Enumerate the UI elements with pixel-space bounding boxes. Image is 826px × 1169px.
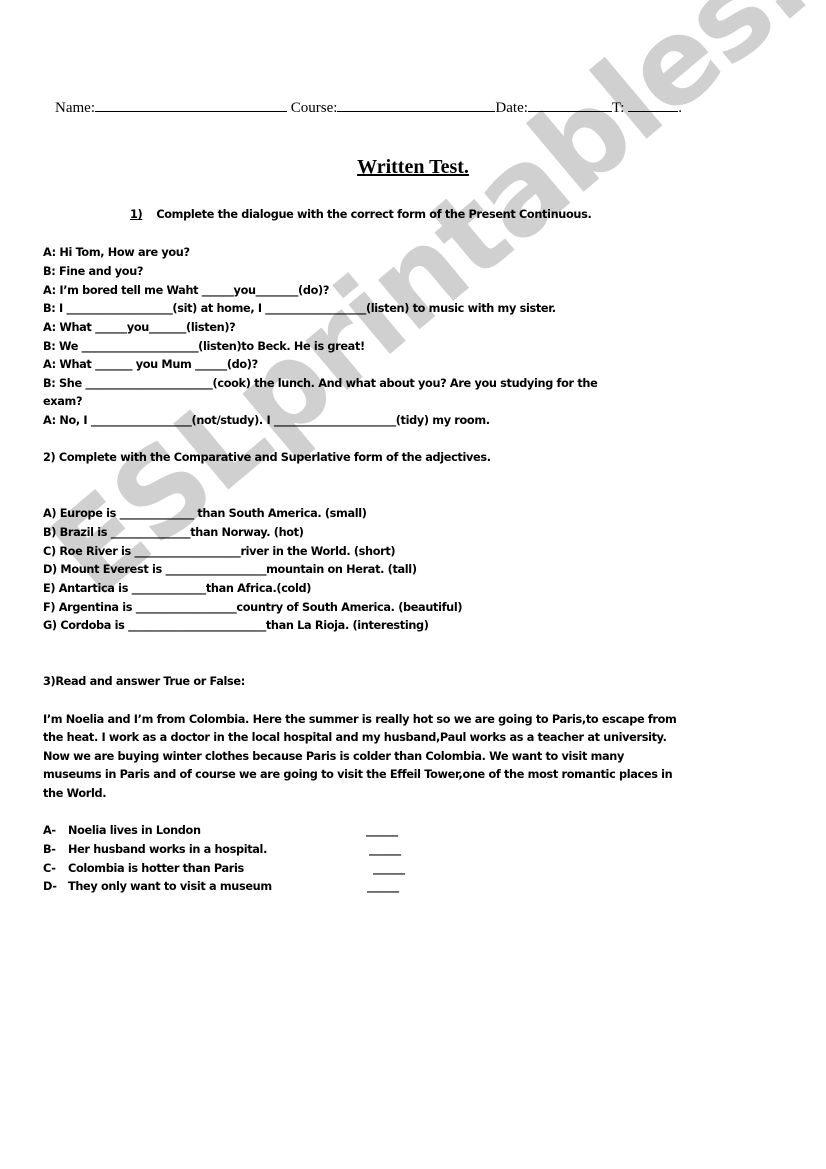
exercise-item: G) Cordoba is __________________________… [43,619,429,632]
course-field[interactable] [337,99,496,112]
answer-blank[interactable]: ______ [366,824,398,837]
reading-paragraph-line: the World. [43,787,107,800]
dialogue-line: A: No, I ___________________(not/study).… [43,414,490,427]
exercise-item: B) Brazil is _______________than Norway.… [43,526,304,539]
true-false-statement: C- Colombia is hotter than Paris [43,862,244,875]
page-title: Written Test. [357,156,469,178]
answer-blank[interactable]: ______ [369,843,401,856]
section1-heading: 1) Complete the dialogue with the correct… [130,208,592,221]
answer-blank[interactable]: ______ [367,880,399,893]
dialogue-line: exam? [43,395,83,408]
date-field[interactable] [527,99,612,112]
section3-instruction: 3)Read and answer True or False: [43,675,245,688]
section1-number: 1) [130,208,143,221]
statement-letter: A- [43,824,56,837]
exercise-item: A) Europe is ______________ than South A… [43,507,367,520]
exercise-item: D) Mount Everest is ___________________m… [43,563,417,576]
section1-instruction: Complete the dialogue with the correct f… [156,208,592,221]
true-false-statement: D- They only want to visit a museum [43,880,272,893]
statement-text: They only want to visit a museum [68,880,272,893]
name-field[interactable] [94,99,287,112]
worksheet-page: ESLprintables.com Name: Course: Date: T: .… [0,0,826,1169]
dialogue-line: A: What ______you_______(listen)? [43,321,236,334]
dialogue-line: A: Hi Tom, How are you? [43,246,190,259]
course-label: Course: [290,100,338,116]
reading-paragraph-line: the heat. I work as a doctor in the loca… [43,731,667,744]
dialogue-line: B: I ____________________(sit) at home, … [43,302,556,315]
exercise-item: E) Antartica is ______________than Afric… [43,582,312,595]
dialogue-line: B: We ______________________(listen)to B… [43,340,365,353]
reading-paragraph-line: I’m Noelia and I’m from Colombia. Here t… [43,713,677,726]
statement-text: Colombia is hotter than Paris [68,862,244,875]
statement-text: Her husband works in a hospital. [68,843,268,856]
student-info-header: Name: Course: Date: T: . [55,99,682,117]
dialogue-line: A: I’m bored tell me Waht ______you_____… [43,284,330,297]
dialogue-line: B: Fine and you? [43,265,144,278]
name-label: Name: [55,100,95,116]
t-field[interactable] [628,99,679,112]
reading-paragraph-line: Now we are buying winter clothes because… [43,750,624,763]
dialogue-line: B: She ________________________(cook) th… [43,377,598,390]
reading-paragraph-line: museums in Paris and of course we are go… [43,768,673,781]
t-label: T: [611,100,625,116]
dialogue-line: A: What _______ you Mum ______(do)? [43,358,258,371]
section2-instruction: 2) Complete with the Comparative and Sup… [43,451,491,464]
statement-letter: D- [43,880,57,893]
statement-text: Noelia lives in London [68,824,201,837]
statement-letter: B- [43,843,56,856]
exercise-item: C) Roe River is ____________________rive… [43,545,396,558]
true-false-statement: A- Noelia lives in London [43,824,201,837]
end-mark: . [678,100,682,116]
exercise-item: F) Argentina is ___________________count… [43,601,463,614]
true-false-statement: B- Her husband works in a hospital. [43,843,267,856]
answer-blank[interactable]: ______ [373,862,405,875]
statement-letter: C- [43,862,56,875]
date-label: Date: [495,100,528,116]
